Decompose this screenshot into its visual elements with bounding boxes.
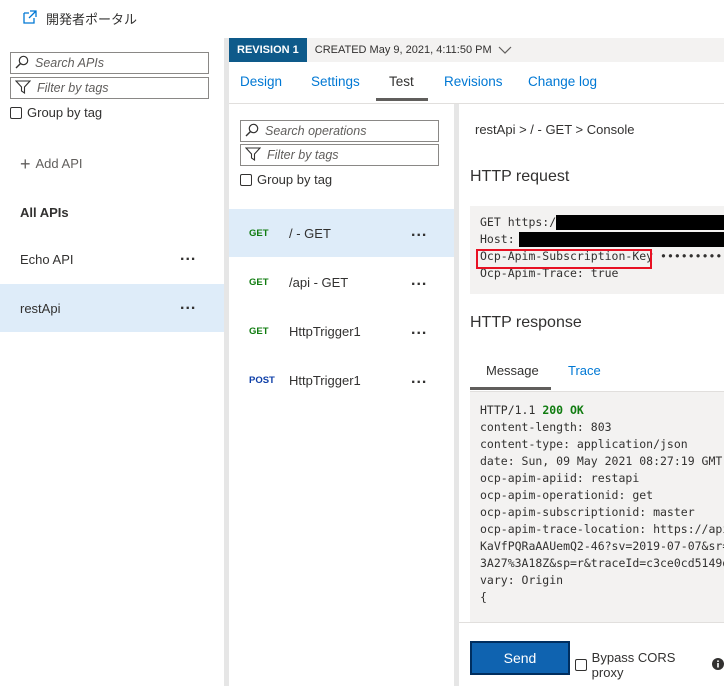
tab-trace[interactable]: Trace xyxy=(568,363,601,378)
bypass-cors-label: Bypass CORS proxy xyxy=(591,650,676,680)
search-icon xyxy=(15,55,29,72)
http-response-body[interactable]: HTTP/1.1 200 OK content-length: 803 cont… xyxy=(470,392,724,622)
operation-item[interactable]: POST HttpTrigger1 ... xyxy=(229,356,454,404)
api-item-restapi[interactable]: restApi ... xyxy=(0,284,224,332)
operation-item[interactable]: GET / - GET ... xyxy=(229,209,454,257)
operation-name: /api - GET xyxy=(289,274,349,290)
more-options-icon[interactable]: ... xyxy=(180,296,196,314)
more-options-icon[interactable]: ... xyxy=(411,272,427,290)
tab-change-log[interactable]: Change log xyxy=(528,74,597,89)
search-icon xyxy=(245,123,259,140)
tab-message[interactable]: Message xyxy=(486,363,539,378)
http-request-box[interactable]: GET https:/ Host: Ocp-Apim-Subscription-… xyxy=(470,206,724,294)
all-apis-heading: All APIs xyxy=(20,205,69,220)
tab-test[interactable]: Test xyxy=(389,74,414,89)
http-request-title: HTTP request xyxy=(470,168,570,185)
api-item-echo[interactable]: Echo API ... xyxy=(0,235,224,283)
method-badge: GET xyxy=(249,276,269,288)
top-bar: 開発者ポータル xyxy=(0,0,724,38)
subscription-key-value: •••••••••• xyxy=(660,249,724,263)
revision-created: CREATED May 9, 2021, 4:11:50 PM xyxy=(314,44,492,56)
send-button[interactable]: Send xyxy=(470,641,570,675)
add-api-label: Add API xyxy=(35,156,83,171)
api-tabs: Design Settings Test Revisions Change lo… xyxy=(229,62,724,104)
filter-tags-input[interactable]: Filter by tags xyxy=(10,77,209,99)
method-badge: POST xyxy=(249,374,275,386)
active-tab-indicator xyxy=(376,98,428,101)
group-by-tag-checkbox[interactable]: Group by tag xyxy=(240,172,332,187)
http-response-title: HTTP response xyxy=(470,314,582,331)
filter-tags-placeholder: Filter by tags xyxy=(37,81,109,95)
filter-icon xyxy=(14,79,32,97)
operation-name: HttpTrigger1 xyxy=(289,372,361,388)
developer-portal-label: 開発者ポータル xyxy=(46,12,138,27)
tab-revisions[interactable]: Revisions xyxy=(444,74,503,89)
redacted-block xyxy=(518,232,724,247)
api-name: restApi xyxy=(20,300,61,316)
search-apis-input[interactable]: Search APIs xyxy=(10,52,209,74)
chevron-down-icon[interactable] xyxy=(498,43,512,58)
group-by-tag-label: Group by tag xyxy=(257,172,333,187)
external-link-icon xyxy=(22,9,38,28)
api-name: Echo API xyxy=(20,251,74,267)
tab-design[interactable]: Design xyxy=(240,74,282,89)
info-icon[interactable] xyxy=(712,657,724,673)
group-by-tag-checkbox[interactable]: Group by tag xyxy=(10,105,102,120)
test-console: restApi > / - GET > Console HTTP request… xyxy=(459,104,724,686)
checkbox-box[interactable] xyxy=(575,659,587,671)
operation-item[interactable]: GET /api - GET ... xyxy=(229,258,454,306)
operations-panel: Search operations Filter by tags Group b… xyxy=(229,104,454,686)
more-options-icon[interactable]: ... xyxy=(411,370,427,388)
more-options-icon[interactable]: ... xyxy=(180,247,196,265)
status-code: 200 OK xyxy=(542,403,584,417)
response-text: content-length: 803 content-type: applic… xyxy=(480,420,724,604)
bypass-cors-checkbox[interactable]: Bypass CORS proxy xyxy=(575,650,724,680)
more-options-icon[interactable]: ... xyxy=(411,223,427,241)
operation-name: HttpTrigger1 xyxy=(289,323,361,339)
search-apis-placeholder: Search APIs xyxy=(35,56,105,70)
status-protocol: HTTP/1.1 xyxy=(480,403,543,417)
revision-badge[interactable]: REVISION 1 xyxy=(229,38,307,62)
method-badge: GET xyxy=(249,227,269,239)
operation-name: / - GET xyxy=(289,225,331,241)
search-operations-input[interactable]: Search operations xyxy=(240,120,439,142)
checkbox-box[interactable] xyxy=(10,106,22,119)
plus-icon: + xyxy=(20,153,31,174)
active-tab-indicator xyxy=(470,387,551,390)
response-tabs: Message Trace xyxy=(470,354,724,392)
filter-icon xyxy=(244,146,262,164)
console-footer: Send Bypass CORS proxy xyxy=(459,622,724,686)
operation-item[interactable]: GET HttpTrigger1 ... xyxy=(229,307,454,355)
search-operations-placeholder: Search operations xyxy=(265,124,367,138)
api-list-panel: Search APIs Filter by tags Group by tag … xyxy=(0,38,224,686)
revision-bar: REVISION 1 CREATED May 9, 2021, 4:11:50 … xyxy=(229,38,724,62)
redacted-block xyxy=(556,215,724,230)
filter-operations-input[interactable]: Filter by tags xyxy=(240,144,439,166)
request-line: GET https:/ xyxy=(480,215,557,229)
checkbox-box[interactable] xyxy=(240,173,252,186)
group-by-tag-label: Group by tag xyxy=(27,105,103,120)
request-host: Host: xyxy=(480,232,515,246)
breadcrumb: restApi > / - GET > Console xyxy=(475,122,635,137)
developer-portal-link[interactable]: 開発者ポータル xyxy=(22,9,137,28)
filter-operations-placeholder: Filter by tags xyxy=(267,148,339,162)
highlight-box xyxy=(476,249,652,269)
more-options-icon[interactable]: ... xyxy=(411,321,427,339)
add-api-button[interactable]: + Add API xyxy=(20,153,83,174)
tab-settings[interactable]: Settings xyxy=(311,74,360,89)
method-badge: GET xyxy=(249,325,269,337)
